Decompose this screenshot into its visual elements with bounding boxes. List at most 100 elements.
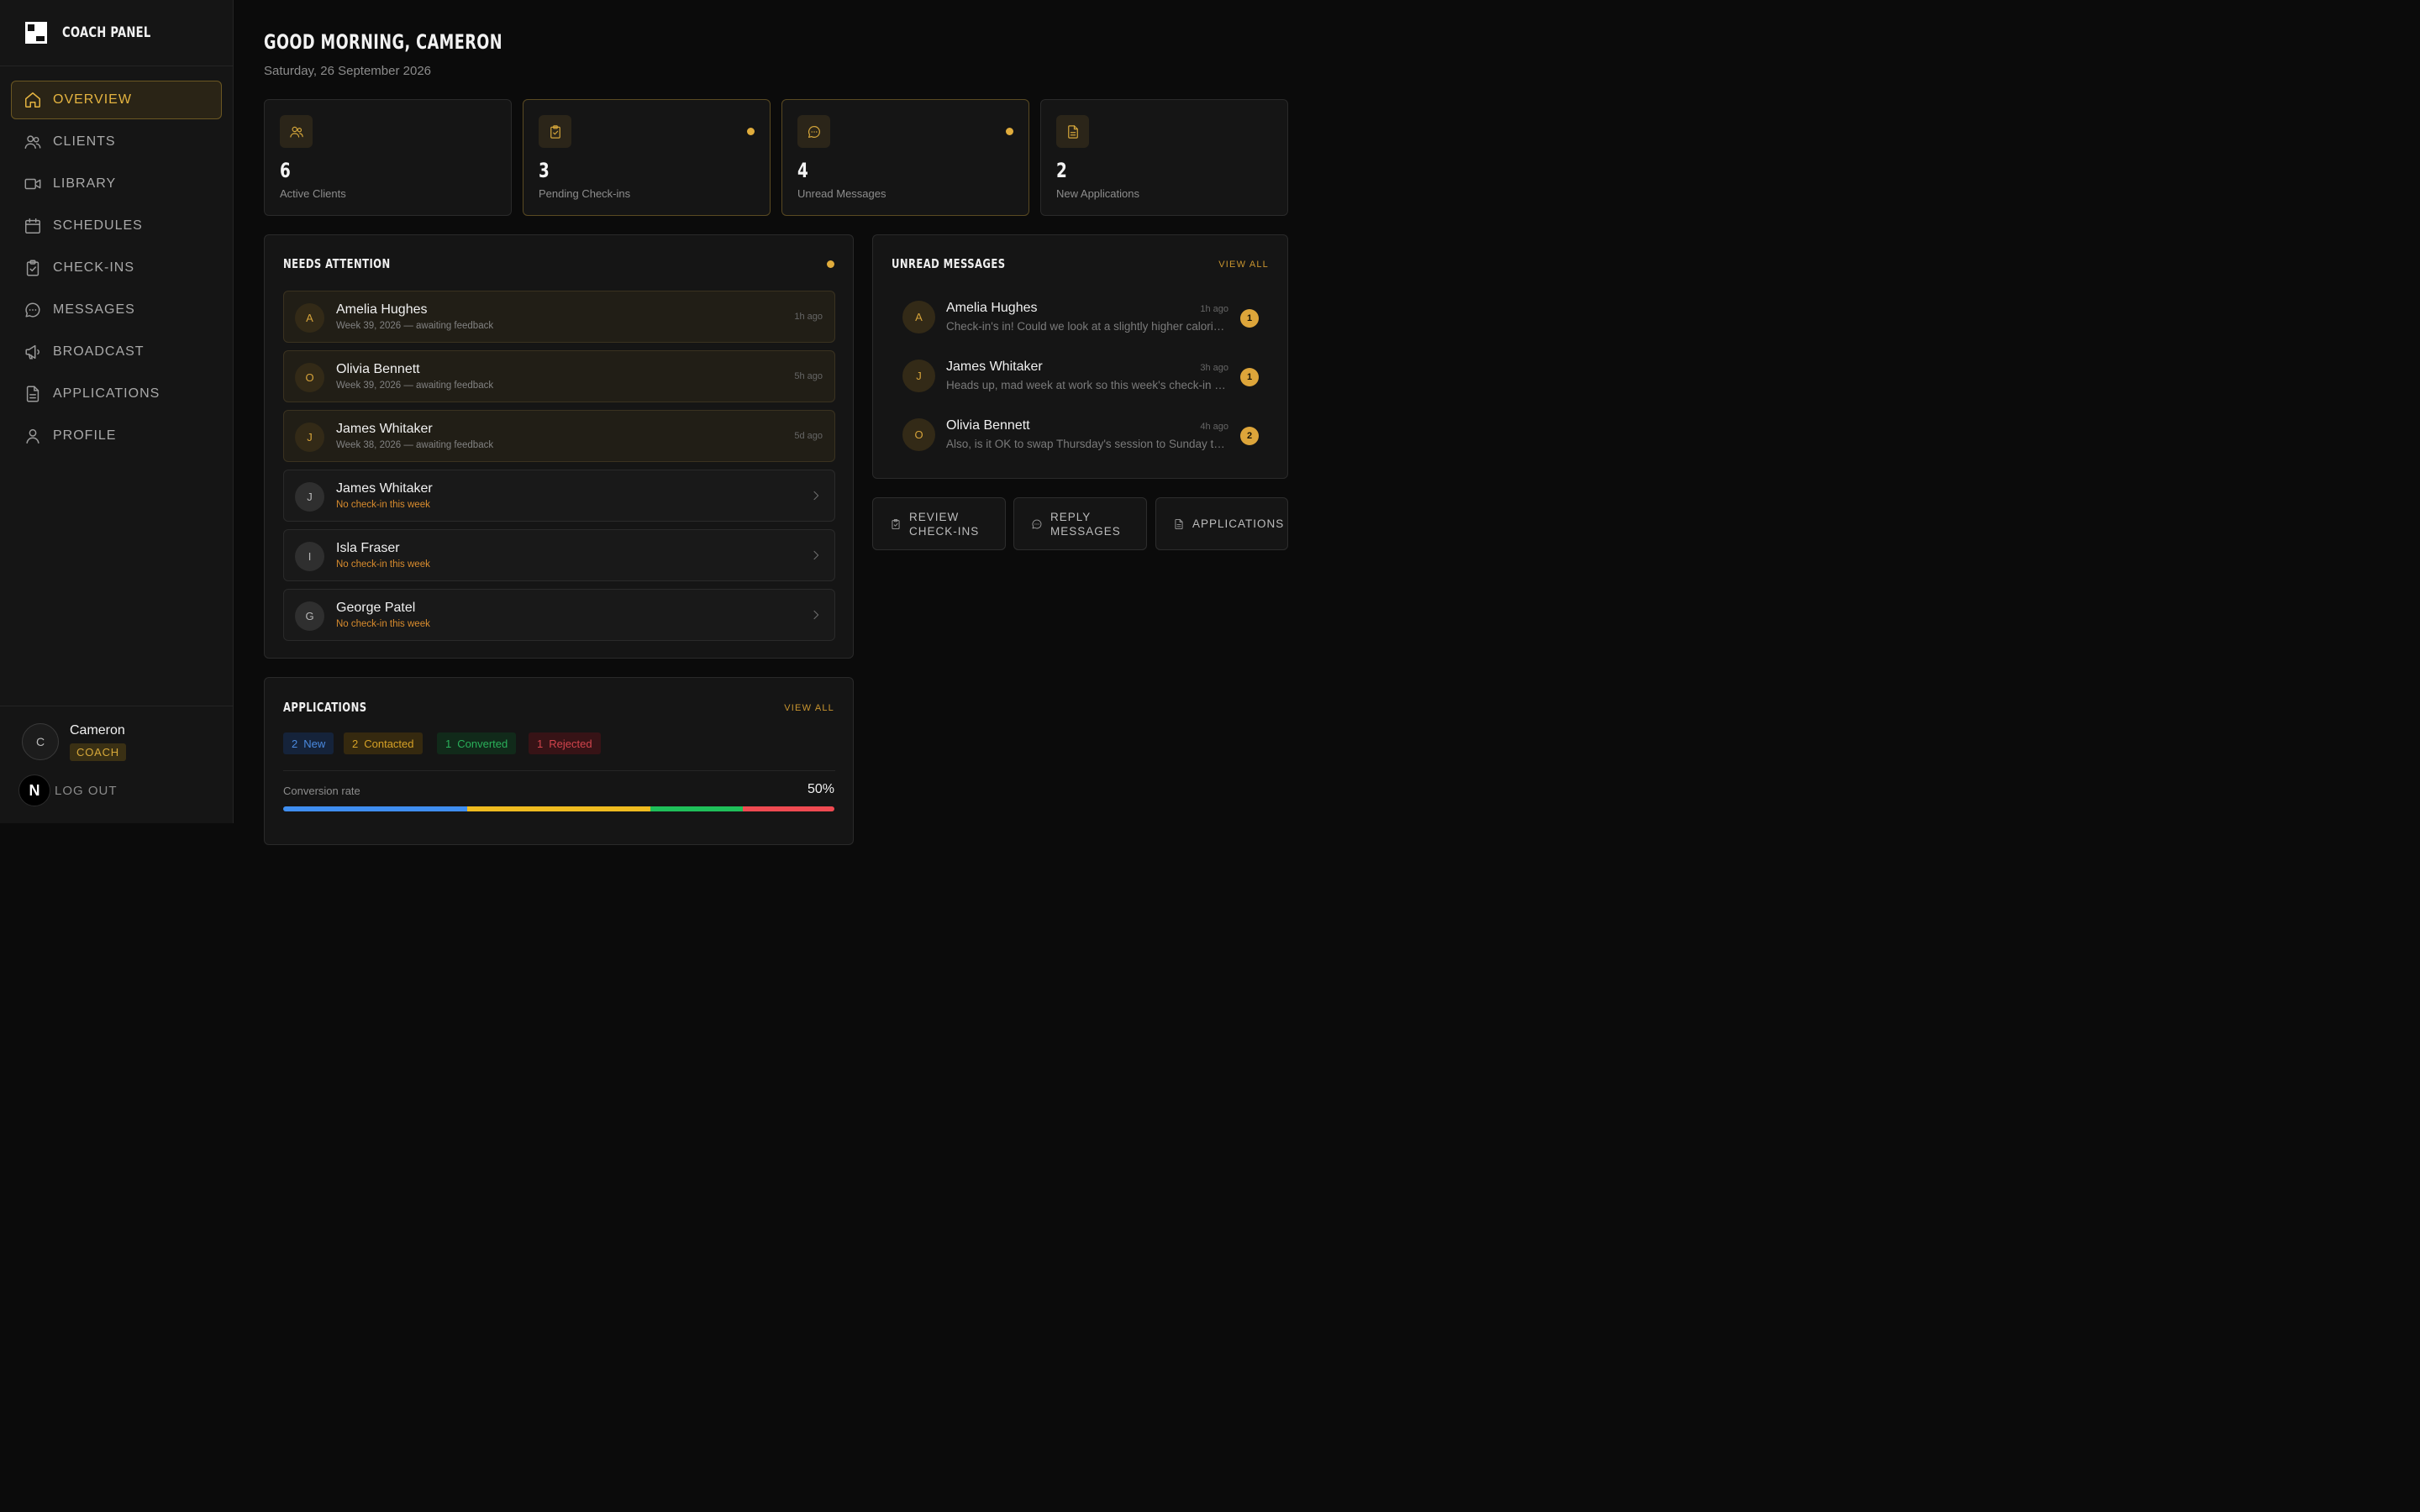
sidebar-item-label: PROFILE <box>53 428 117 443</box>
attention-row[interactable]: O Olivia Bennett Week 39, 2026 — awaitin… <box>283 350 835 402</box>
sidebar-item-label: CHECK-INS <box>53 260 135 275</box>
brand-logo-icon <box>25 22 47 44</box>
sidebar-item-label: OVERVIEW <box>53 92 132 107</box>
sidebar-item-messages[interactable]: MESSAGES <box>11 291 222 329</box>
attention-row[interactable]: J James Whitaker No check-in this week <box>283 470 835 522</box>
status-tag-new[interactable]: 2 New <box>283 732 334 754</box>
users-icon <box>24 133 42 151</box>
conversion-progress-bar <box>283 806 834 811</box>
needs-attention-panel: NEEDS ATTENTION A Amelia Hughes Week 39,… <box>264 234 854 659</box>
page-title: GOOD MORNING, CAMERON <box>264 30 502 54</box>
reply-messages-button[interactable]: REPLY MESSAGES <box>1013 497 1147 550</box>
sidebar-item-overview[interactable]: OVERVIEW <box>11 81 222 119</box>
button-label: APPLICATIONS <box>1192 517 1285 530</box>
megaphone-icon <box>24 343 42 361</box>
attention-row[interactable]: J James Whitaker Week 38, 2026 — awaitin… <box>283 410 835 462</box>
framework-badge-icon[interactable]: N <box>18 774 50 806</box>
message-item[interactable]: O Olivia Bennett 4h ago Also, is it OK t… <box>902 412 1272 462</box>
attention-reason: Week 38, 2026 — awaiting feedback <box>336 440 494 450</box>
timestamp: 1h ago <box>1200 304 1228 314</box>
clipboard-check-icon <box>890 518 902 530</box>
avatar: O <box>295 363 324 392</box>
attention-row[interactable]: G George Patel No check-in this week <box>283 589 835 641</box>
stat-card-unread-messages[interactable]: 4 Unread Messages <box>781 99 1029 216</box>
sidebar-item-check-ins[interactable]: CHECK-INS <box>11 249 222 287</box>
sidebar-item-label: BROADCAST <box>53 344 145 359</box>
tag-label: Converted <box>457 737 508 750</box>
message-icon <box>24 301 42 319</box>
applications-button[interactable]: APPLICATIONS <box>1155 497 1288 550</box>
stat-card-new-applications[interactable]: 2 New Applications <box>1040 99 1288 216</box>
alert-dot <box>827 260 834 268</box>
status-tag-contacted[interactable]: 2 Contacted <box>344 732 423 754</box>
bar-segment-rejected <box>742 806 834 811</box>
sidebar-nav: OVERVIEW CLIENTS LIBRARY SCHEDULES CHECK… <box>0 66 233 455</box>
avatar: A <box>295 303 324 333</box>
bar-segment-contacted <box>466 806 651 811</box>
avatar: A <box>902 301 935 333</box>
sidebar-item-label: SCHEDULES <box>53 218 143 233</box>
brand[interactable]: COACH PANEL <box>0 0 233 66</box>
view-all-applications-link[interactable]: VIEW ALL <box>784 703 834 713</box>
bar-segment-converted <box>650 806 743 811</box>
chevron-right-icon <box>809 608 823 622</box>
clipboard-check-icon <box>24 259 42 277</box>
attention-reason: No check-in this week <box>336 500 430 510</box>
calendar-icon <box>24 217 42 235</box>
conversion-rate-label: Conversion rate <box>283 785 360 797</box>
timestamp: 3h ago <box>1200 363 1228 373</box>
tag-count: 2 <box>352 737 359 750</box>
message-item[interactable]: A Amelia Hughes 1h ago Check-in's in! Co… <box>902 294 1272 344</box>
attention-reason: Week 39, 2026 — awaiting feedback <box>336 381 494 391</box>
users-icon <box>280 115 313 148</box>
attention-reason: Week 39, 2026 — awaiting feedback <box>336 321 494 331</box>
message-preview: Check-in's in! Could we look at a slight… <box>946 320 1228 333</box>
sidebar: COACH PANEL OVERVIEW CLIENTS LIBRARY SCH… <box>0 0 234 823</box>
file-text-icon <box>24 385 42 403</box>
status-tag-rejected[interactable]: 1 Rejected <box>529 732 601 754</box>
message-icon <box>797 115 830 148</box>
user-icon <box>24 427 42 445</box>
tag-count: 2 <box>292 737 298 750</box>
stat-card-active-clients[interactable]: 6 Active Clients <box>264 99 512 216</box>
message-preview: Heads up, mad week at work so this week'… <box>946 379 1228 391</box>
client-name: Olivia Bennett <box>336 362 420 376</box>
button-label: REPLY MESSAGES <box>1050 510 1121 538</box>
unread-count-badge: 1 <box>1240 368 1259 386</box>
user-panel: C Cameron COACH N LOG OUT <box>0 706 233 823</box>
stat-label: Pending Check-ins <box>539 187 631 200</box>
stat-label: Unread Messages <box>797 187 886 200</box>
sidebar-item-profile[interactable]: PROFILE <box>11 417 222 455</box>
view-all-messages-link[interactable]: VIEW ALL <box>1218 260 1269 270</box>
home-icon <box>24 91 42 109</box>
button-label: REVIEW CHECK-INS <box>909 510 980 538</box>
status-tag-converted[interactable]: 1 Converted <box>437 732 517 754</box>
message-item[interactable]: J James Whitaker 3h ago Heads up, mad we… <box>902 353 1272 403</box>
sidebar-item-schedules[interactable]: SCHEDULES <box>11 207 222 245</box>
attention-row[interactable]: I Isla Fraser No check-in this week <box>283 529 835 581</box>
client-name: George Patel <box>336 601 416 615</box>
sidebar-item-label: MESSAGES <box>53 302 135 317</box>
logout-button[interactable]: LOG OUT <box>55 784 118 798</box>
stat-value: 3 <box>539 159 550 182</box>
review-check-ins-button[interactable]: REVIEW CHECK-INS <box>872 497 1006 550</box>
sidebar-item-broadcast[interactable]: BROADCAST <box>11 333 222 371</box>
sender-name: James Whitaker <box>946 360 1043 374</box>
stat-value: 6 <box>280 159 292 182</box>
sidebar-item-clients[interactable]: CLIENTS <box>11 123 222 161</box>
message-icon <box>1031 518 1043 530</box>
sidebar-item-library[interactable]: LIBRARY <box>11 165 222 203</box>
avatar: J <box>902 360 935 392</box>
video-icon <box>24 175 42 193</box>
attention-row[interactable]: A Amelia Hughes Week 39, 2026 — awaiting… <box>283 291 835 343</box>
conversion-rate-value: 50% <box>807 782 834 796</box>
bar-segment-new <box>283 806 467 811</box>
timestamp: 1h ago <box>794 312 823 322</box>
message-preview: Also, is it OK to swap Thursday's sessio… <box>946 438 1228 450</box>
avatar[interactable]: C <box>22 723 59 760</box>
timestamp: 4h ago <box>1200 422 1228 432</box>
stat-card-pending-check-ins[interactable]: 3 Pending Check-ins <box>523 99 771 216</box>
alert-dot <box>1006 128 1013 135</box>
unread-count-badge: 1 <box>1240 309 1259 328</box>
sidebar-item-applications[interactable]: APPLICATIONS <box>11 375 222 413</box>
